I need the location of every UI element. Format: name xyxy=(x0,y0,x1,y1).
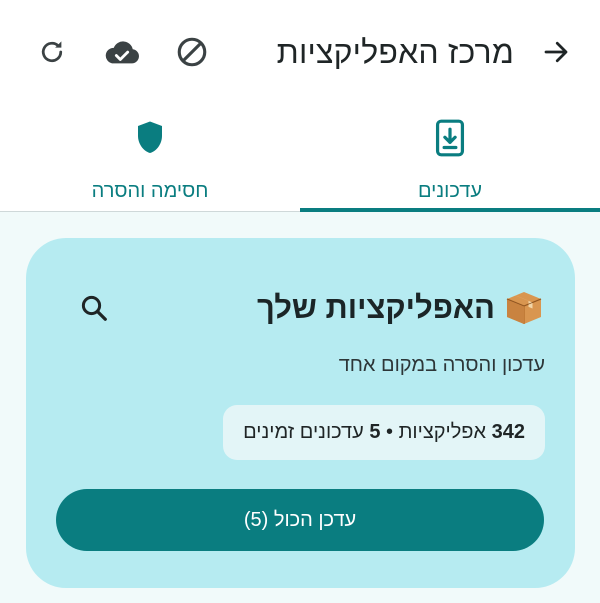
stats-chip: 342 אפליקציות • 5 עדכונים זמינים xyxy=(223,405,545,460)
tab-block-remove-icon-wrap xyxy=(135,118,165,158)
cloud-done-icon xyxy=(105,41,139,64)
shield-icon xyxy=(138,121,162,153)
update-all-button[interactable]: עדכן הכול (5) xyxy=(56,489,544,551)
tab-bar: עדכונים חסימה והסרה xyxy=(0,104,600,212)
tab-block-remove-label: חסימה והסרה xyxy=(91,180,209,202)
refresh-button[interactable] xyxy=(24,24,80,80)
page-title: מרכז האפליקציות xyxy=(276,33,514,70)
back-button[interactable] xyxy=(528,24,584,80)
tab-updates-icon-wrap xyxy=(435,118,465,158)
updates-label: עדכונים זמינים xyxy=(243,421,364,443)
card-subtitle: עדכון והסרה במקום אחד xyxy=(338,354,545,376)
tab-updates[interactable]: עדכונים xyxy=(300,104,600,212)
updates-count: 5 xyxy=(369,421,381,443)
card-header: האפליקציות שלך xyxy=(56,288,545,328)
stats-separator: • xyxy=(386,421,394,443)
card-title-wrap: האפליקציות שלך xyxy=(257,288,545,328)
tab-block-remove[interactable]: חסימה והסרה xyxy=(0,104,300,211)
card-title: האפליקציות שלך xyxy=(256,290,495,325)
top-app-bar: מרכז האפליקציות xyxy=(0,0,600,104)
apps-count: 342 xyxy=(491,421,525,443)
apps-summary-card: האפליקציות שלך עדכון והסרה במקום אחד 342… xyxy=(26,238,575,588)
apps-label: אפליקציות xyxy=(398,421,487,443)
tab-updates-label: עדכונים xyxy=(418,180,482,202)
refresh-icon xyxy=(41,41,63,63)
phone-download-icon xyxy=(435,119,465,157)
search-icon xyxy=(81,295,107,321)
search-button[interactable] xyxy=(70,284,118,332)
block-button[interactable] xyxy=(164,24,220,80)
top-actions xyxy=(24,24,220,80)
cloud-sync-button[interactable] xyxy=(94,24,150,80)
package-icon xyxy=(503,288,545,328)
arrow-back-icon xyxy=(544,41,568,63)
block-icon xyxy=(177,37,207,67)
